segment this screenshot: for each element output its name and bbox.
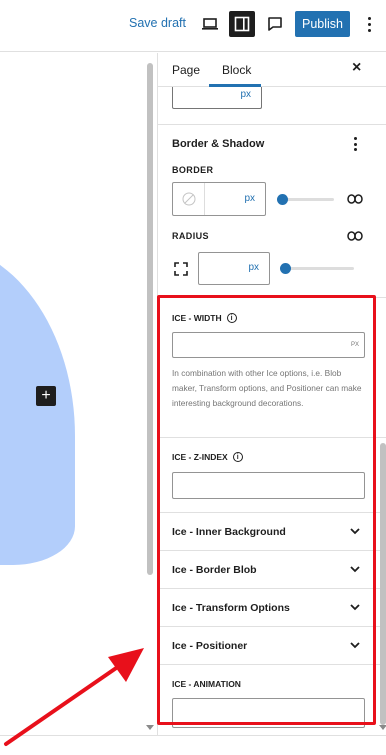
sidebar-tabs: Page Block × — [158, 53, 386, 87]
divider — [158, 124, 386, 125]
publish-button[interactable]: Publish — [295, 11, 350, 37]
close-sidebar-icon[interactable]: × — [352, 59, 361, 77]
top-toolbar: Save draft Publish — [0, 0, 386, 52]
editor-canvas[interactable]: + — [0, 53, 157, 735]
sidebar-scroll-down-icon[interactable] — [379, 725, 386, 730]
comment-icon[interactable] — [262, 11, 288, 37]
radius-slider[interactable] — [288, 267, 354, 270]
border-label: BORDER — [172, 165, 214, 175]
radius-label: RADIUS — [172, 231, 209, 241]
partial-px-input[interactable]: px — [172, 87, 262, 109]
border-shadow-title: Border & Shadow — [172, 138, 265, 150]
border-slider-thumb[interactable] — [277, 194, 288, 205]
more-options-icon[interactable] — [361, 12, 377, 36]
border-unit[interactable]: px — [244, 193, 255, 204]
add-block-button[interactable]: + — [36, 386, 56, 406]
link-corners-icon[interactable] — [347, 231, 363, 241]
tab-page[interactable]: Page — [172, 63, 200, 77]
radius-slider-thumb[interactable] — [280, 263, 291, 274]
border-slider[interactable] — [282, 198, 334, 201]
save-draft-button[interactable]: Save draft — [129, 16, 186, 30]
partial-unit-label: px — [240, 89, 251, 100]
canvas-scrollbar[interactable] — [147, 63, 153, 575]
radius-unit[interactable]: px — [248, 262, 259, 273]
highlight-box — [157, 295, 376, 725]
link-sides-icon[interactable] — [347, 194, 363, 204]
canvas-scroll-down-icon[interactable] — [146, 725, 154, 730]
border-color-swatch[interactable] — [173, 183, 205, 215]
border-width-control[interactable]: px — [172, 182, 266, 216]
border-shadow-options-icon[interactable] — [353, 137, 357, 151]
bottom-bar — [0, 735, 386, 755]
active-tab-indicator — [209, 84, 261, 87]
corner-radius-icon[interactable] — [174, 262, 188, 276]
editor-screen: Save draft Publish + px Border & Shadow … — [0, 0, 386, 755]
sidebar-toggle-icon[interactable] — [229, 11, 255, 37]
radius-input[interactable]: px — [198, 252, 270, 285]
sidebar-scrollbar[interactable] — [380, 443, 386, 725]
desktop-preview-icon[interactable] — [197, 11, 223, 37]
tab-block[interactable]: Block — [222, 63, 251, 77]
